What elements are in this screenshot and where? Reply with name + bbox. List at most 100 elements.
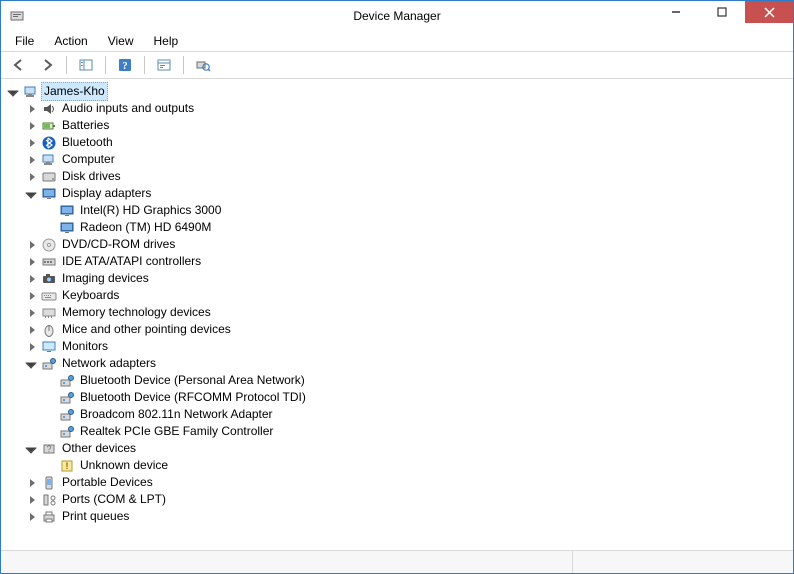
expand-icon[interactable]: [25, 119, 39, 133]
memory-icon: [41, 305, 57, 321]
toolbar-back-button[interactable]: [7, 53, 31, 77]
expand-icon[interactable]: [25, 493, 39, 507]
toolbar-separator: [183, 56, 184, 74]
ide-icon: [41, 254, 57, 270]
mouse-icon: [41, 322, 57, 338]
maximize-button[interactable]: [699, 1, 745, 23]
expand-icon[interactable]: [25, 323, 39, 337]
tree-node-label: Audio inputs and outputs: [61, 100, 195, 117]
menu-action[interactable]: Action: [44, 32, 97, 50]
keyboard-icon: [41, 288, 57, 304]
tree-node-label: Realtek PCIe GBE Family Controller: [79, 423, 274, 440]
ports-icon: [41, 492, 57, 508]
tree-node-intel-r-hd-graphics-3000[interactable]: Intel(R) HD Graphics 3000: [3, 202, 793, 219]
expand-icon[interactable]: [25, 153, 39, 167]
device-tree[interactable]: James-KhoAudio inputs and outputsBatteri…: [1, 79, 793, 550]
tree-node-other-devices[interactable]: ? Other devices: [3, 440, 793, 457]
toolbar-show-hide-tree-button[interactable]: [74, 53, 98, 77]
tree-node-bluetooth-device-rfcomm-protocol-tdi[interactable]: Bluetooth Device (RFCOMM Protocol TDI): [3, 389, 793, 406]
tree-node-display-adapters[interactable]: Display adapters: [3, 185, 793, 202]
tree-node-realtek-pcie-gbe-family-controller[interactable]: Realtek PCIe GBE Family Controller: [3, 423, 793, 440]
tree-node-label: Unknown device: [79, 457, 169, 474]
expand-icon[interactable]: [25, 306, 39, 320]
expand-icon[interactable]: [25, 340, 39, 354]
expand-icon[interactable]: [25, 170, 39, 184]
toolbar-help-button[interactable]: ?: [113, 53, 137, 77]
expand-icon[interactable]: [25, 289, 39, 303]
tree-node-label: Portable Devices: [61, 474, 154, 491]
tree-node-label: Batteries: [61, 117, 110, 134]
tree-node-label: Intel(R) HD Graphics 3000: [79, 202, 222, 219]
window-controls: [653, 1, 793, 23]
svg-text:?: ?: [122, 60, 128, 72]
tree-node-label: Bluetooth: [61, 134, 114, 151]
tree-node-disk-drives[interactable]: Disk drives: [3, 168, 793, 185]
tree-node-label: Keyboards: [61, 287, 120, 304]
tree-node-james-kho[interactable]: James-Kho: [3, 83, 793, 100]
tree-node-broadcom-802-11n-network-adapter[interactable]: Broadcom 802.11n Network Adapter: [3, 406, 793, 423]
minimize-button[interactable]: [653, 1, 699, 23]
display-icon: [41, 186, 57, 202]
tree-node-bluetooth-device-personal-area-network[interactable]: Bluetooth Device (Personal Area Network): [3, 372, 793, 389]
network-icon: [41, 356, 57, 372]
printer-icon: [41, 509, 57, 525]
tree-node-portable-devices[interactable]: Portable Devices: [3, 474, 793, 491]
toolbar-properties-button[interactable]: [152, 53, 176, 77]
expand-icon[interactable]: [25, 510, 39, 524]
expand-icon[interactable]: [25, 255, 39, 269]
tree-node-label: Ports (COM & LPT): [61, 491, 167, 508]
tree-node-label: Mice and other pointing devices: [61, 321, 232, 338]
tree-node-label: IDE ATA/ATAPI controllers: [61, 253, 202, 270]
tree-node-unknown-device[interactable]: !Unknown device: [3, 457, 793, 474]
tree-node-batteries[interactable]: Batteries: [3, 117, 793, 134]
tree-node-label: Bluetooth Device (Personal Area Network): [79, 372, 306, 389]
tree-node-print-queues[interactable]: Print queues: [3, 508, 793, 525]
tree-node-label: Monitors: [61, 338, 109, 355]
toolbar-separator: [66, 56, 67, 74]
expand-icon[interactable]: [25, 136, 39, 150]
expand-icon[interactable]: [25, 102, 39, 116]
tree-node-label: Bluetooth Device (RFCOMM Protocol TDI): [79, 389, 307, 406]
tree-node-dvd-cd-rom-drives[interactable]: DVD/CD-ROM drives: [3, 236, 793, 253]
tree-node-mice-and-other-pointing-devices[interactable]: Mice and other pointing devices: [3, 321, 793, 338]
tree-node-label: Radeon (TM) HD 6490M: [79, 219, 212, 236]
expand-icon[interactable]: [25, 476, 39, 490]
tree-node-radeon-tm-hd-6490m[interactable]: Radeon (TM) HD 6490M: [3, 219, 793, 236]
cdrom-icon: [41, 237, 57, 253]
tree-node-bluetooth[interactable]: Bluetooth: [3, 134, 793, 151]
tree-node-label: Display adapters: [61, 185, 152, 202]
expand-icon[interactable]: [25, 238, 39, 252]
tree-node-label: Imaging devices: [61, 270, 150, 287]
tree-node-ports-com-lpt[interactable]: Ports (COM & LPT): [3, 491, 793, 508]
collapse-icon[interactable]: [25, 357, 39, 371]
imaging-icon: [41, 271, 57, 287]
expand-icon[interactable]: [25, 272, 39, 286]
menu-help[interactable]: Help: [144, 32, 189, 50]
toolbar: ?: [1, 52, 793, 79]
tree-container: James-KhoAudio inputs and outputsBatteri…: [1, 79, 793, 550]
other-icon: ?: [41, 441, 57, 457]
toolbar-scan-button[interactable]: [191, 53, 215, 77]
tree-node-label: Memory technology devices: [61, 304, 212, 321]
collapse-icon[interactable]: [25, 187, 39, 201]
tree-node-monitors[interactable]: Monitors: [3, 338, 793, 355]
tree-node-memory-technology-devices[interactable]: Memory technology devices: [3, 304, 793, 321]
tree-node-audio-inputs-and-outputs[interactable]: Audio inputs and outputs: [3, 100, 793, 117]
menu-file[interactable]: File: [5, 32, 44, 50]
display-icon: [59, 203, 75, 219]
network-icon: [59, 373, 75, 389]
disk-icon: [41, 169, 57, 185]
tree-node-label: Other devices: [61, 440, 137, 457]
toolbar-forward-button[interactable]: [35, 53, 59, 77]
menubar: File Action View Help: [1, 31, 793, 52]
tree-node-network-adapters[interactable]: Network adapters: [3, 355, 793, 372]
collapse-icon[interactable]: [25, 442, 39, 456]
menu-view[interactable]: View: [98, 32, 144, 50]
svg-text:?: ?: [46, 444, 51, 454]
tree-node-computer[interactable]: Computer: [3, 151, 793, 168]
tree-node-keyboards[interactable]: Keyboards: [3, 287, 793, 304]
close-button[interactable]: [745, 1, 793, 23]
tree-node-ide-ata-atapi-controllers[interactable]: IDE ATA/ATAPI controllers: [3, 253, 793, 270]
tree-node-imaging-devices[interactable]: Imaging devices: [3, 270, 793, 287]
collapse-icon[interactable]: [7, 85, 21, 99]
